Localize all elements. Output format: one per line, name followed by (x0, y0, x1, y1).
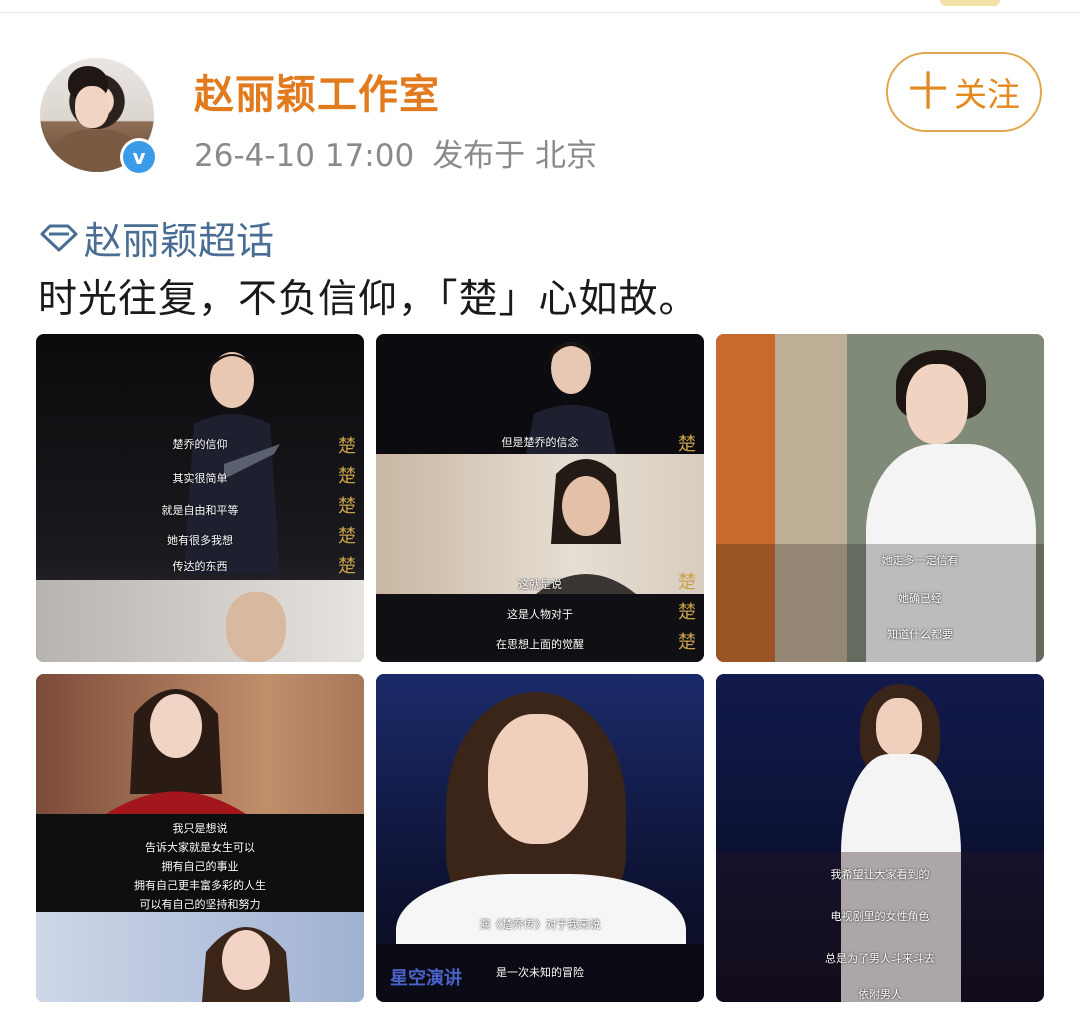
drama-logo: 楚 (678, 632, 696, 653)
caption: 就是自由和平等 (161, 504, 239, 517)
diamond-icon (40, 224, 78, 251)
topic-label: 赵丽颖超话 (84, 219, 275, 263)
caption: 总是为了男人斗来斗去 (825, 952, 935, 965)
topic-link[interactable]: 赵丽颖超话 (38, 210, 274, 265)
caption: 告诉大家就是女生可以 (145, 841, 255, 854)
post-date: 26-4-10 17:00 (194, 138, 415, 174)
image-tile-4[interactable]: 我只是想说 告诉大家就是女生可以 拥有自己的事业 拥有自己更丰富多彩的人生 可以… (36, 674, 364, 1002)
drama-logo: 楚 (678, 434, 696, 455)
image-tile-6[interactable]: 我希望让大家看到的 电视剧里的女性角色 总是为了男人斗来斗去 依附男人 (716, 674, 1044, 1002)
caption: 依附男人 (858, 988, 902, 1001)
post-location: 发布于 北京 (432, 138, 598, 174)
caption: 可以有自己的坚持和努力 (139, 898, 261, 911)
drama-logo: 楚 (338, 496, 356, 517)
caption: 但是楚乔的信念 (501, 436, 579, 449)
caption: 这是人物对于 (507, 608, 573, 621)
drama-logo: 楚 (338, 526, 356, 547)
caption: 拥有自己更丰富多彩的人生 (134, 879, 266, 892)
caption: 其实很简单 (172, 472, 228, 485)
top-divider (0, 12, 1080, 13)
caption: 拥有自己的事业 (161, 860, 239, 873)
post-text: 时光往复，不负信仰，「楚」心如故。 (38, 277, 699, 322)
image-tile-5[interactable]: 演《楚乔传》对于我来说 是一次未知的冒险 星空演讲 (376, 674, 704, 1002)
caption: 知道什么都要 (887, 628, 953, 641)
drama-logo: 楚 (338, 436, 356, 457)
follow-label: 关注 (954, 75, 1020, 114)
plus-icon: 十 (908, 69, 948, 115)
drama-logo: 楚 (678, 602, 696, 623)
caption: 传达的东西 (172, 560, 228, 573)
post-meta: 26-4-10 17:00 发布于 北京 (194, 130, 615, 175)
image-tile-2[interactable]: 但是楚乔的信念 这就是说 这是人物对于 在思想上面的觉醒 楚 楚 楚 楚 (376, 334, 704, 662)
verified-icon: v (120, 138, 158, 176)
caption: 在思想上面的觉醒 (496, 638, 584, 651)
image-tile-1[interactable]: 楚乔的信仰 其实很简单 就是自由和平等 她有很多我想 传达的东西 楚 楚 楚 楚… (36, 334, 364, 662)
image-tile-3[interactable]: 她走多一定信有 她确已经 知道什么都要 (716, 334, 1044, 662)
author-name[interactable]: 赵丽颖工作室 (194, 62, 440, 120)
drama-logo: 楚 (678, 572, 696, 593)
caption: 演《楚乔传》对于我来说 (479, 918, 601, 931)
caption: 电视剧里的女性角色 (830, 910, 930, 923)
caption: 我只是想说 (172, 822, 228, 835)
drama-logo: 楚 (338, 556, 356, 577)
caption: 她确已经 (898, 592, 942, 605)
caption: 她走多一定信有 (881, 554, 959, 567)
follow-button[interactable]: 十 关注 (886, 52, 1042, 132)
caption: 我希望让大家看到的 (830, 868, 930, 881)
event-banner: 星空演讲 (390, 968, 462, 989)
top-accent (940, 0, 1000, 6)
caption: 楚乔的信仰 (172, 438, 228, 451)
caption: 这就是说 (518, 578, 562, 591)
drama-logo: 楚 (338, 466, 356, 487)
caption: 她有很多我想 (167, 534, 233, 547)
